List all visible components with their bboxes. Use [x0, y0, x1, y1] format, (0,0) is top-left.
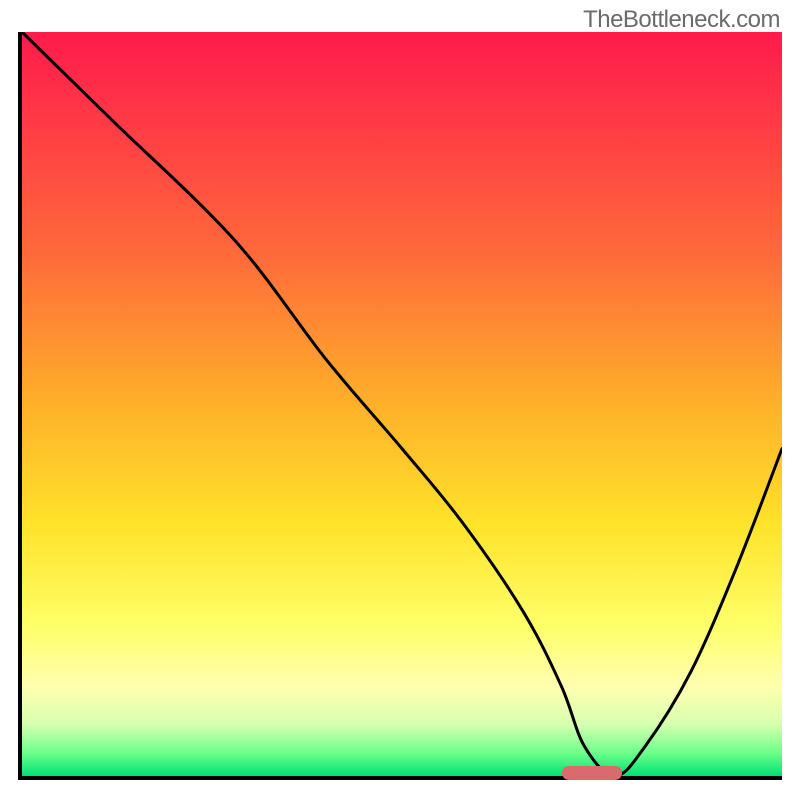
plot-area: [18, 32, 782, 780]
background-gradient: [22, 32, 782, 776]
gradient-rect: [22, 32, 782, 776]
watermark-text: TheBottleneck.com: [583, 6, 780, 34]
chart-container: TheBottleneck.com: [0, 0, 800, 800]
optimum-marker: [562, 766, 623, 780]
